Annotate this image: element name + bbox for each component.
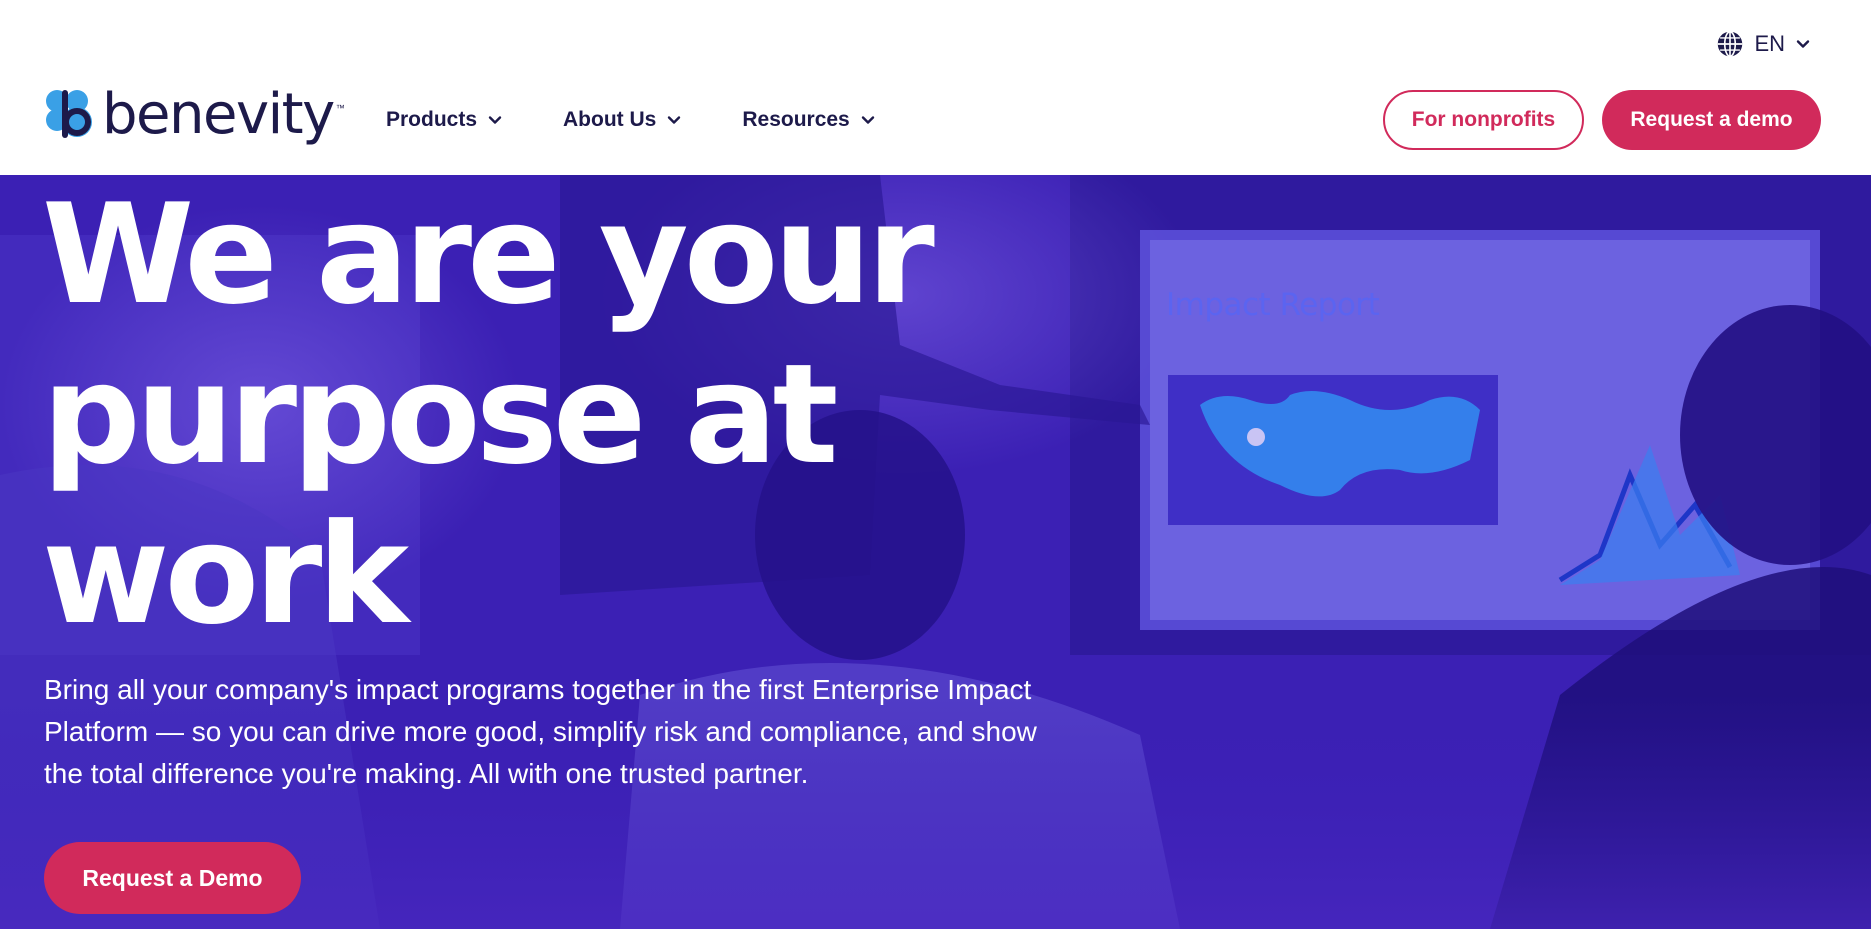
logo-wordmark: benevity [102, 82, 335, 147]
chevron-down-icon [861, 116, 874, 124]
hero-request-demo-button[interactable]: Request a Demo [44, 842, 301, 914]
nav-products[interactable]: Products [386, 108, 503, 132]
benevity-logo[interactable]: benevity ™ [44, 85, 345, 143]
chevron-down-icon [668, 116, 681, 124]
hero-description: Bring all your company's impact programs… [44, 674, 1037, 789]
headline-line: purpose at [42, 334, 839, 495]
hero-headline: We are your purpose at work [42, 175, 935, 655]
main-nav: Products About Us Resources [386, 108, 936, 132]
nav-about-us-label: About Us [563, 108, 657, 131]
site-header: EN benevity ™ Products About Us Resource… [0, 0, 1871, 175]
chevron-down-icon [1796, 40, 1810, 48]
hero-section: Impact Report We are your purpose at wor… [0, 175, 1871, 929]
logo-trademark: ™ [335, 103, 345, 113]
nav-about-us[interactable]: About Us [563, 108, 682, 132]
headline-line: We are your [42, 175, 935, 335]
headline-line: work [42, 494, 409, 655]
nav-resources[interactable]: Resources [742, 108, 875, 132]
nav-products-label: Products [386, 108, 478, 131]
globe-icon [1718, 30, 1743, 58]
for-nonprofits-button[interactable]: For nonprofits [1383, 90, 1584, 150]
language-selector[interactable]: EN [1716, 30, 1811, 58]
logo-mark-icon [46, 90, 92, 138]
nav-resources-label: Resources [742, 108, 850, 131]
request-demo-button[interactable]: Request a demo [1602, 90, 1821, 150]
chevron-down-icon [488, 116, 502, 124]
language-code: EN [1754, 31, 1785, 56]
screen-report-title: Impact Report [1166, 287, 1380, 323]
